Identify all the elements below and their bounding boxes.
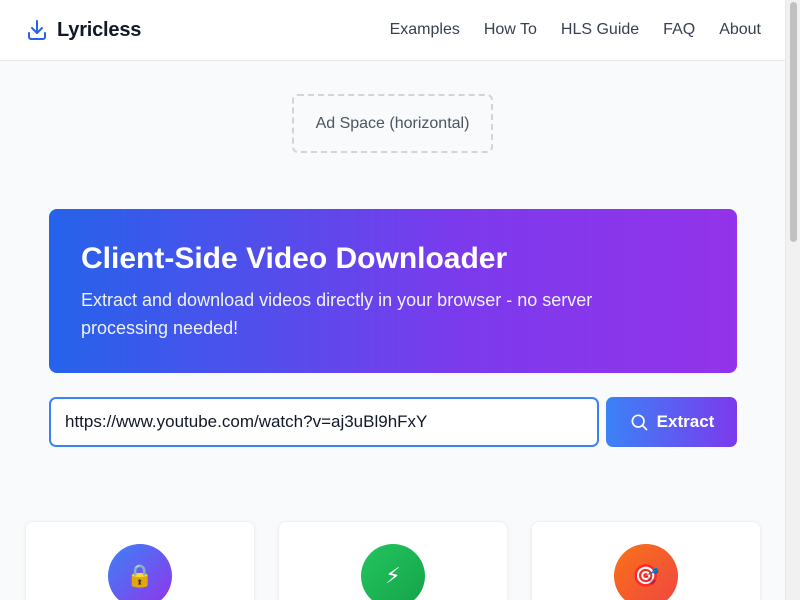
hero-banner: Client-Side Video Downloader Extract and… [49, 209, 737, 373]
nav-hls-guide[interactable]: HLS Guide [561, 19, 639, 41]
hero-title: Client-Side Video Downloader [81, 242, 508, 275]
hero-subtitle: Extract and download videos directly in … [81, 290, 593, 338]
extract-button[interactable]: Extract [606, 397, 737, 447]
main-nav: Examples How To HLS Guide FAQ About [390, 19, 761, 41]
download-icon [28, 20, 46, 40]
feature-card-speed: ⚡ [278, 521, 508, 600]
target-icon: 🎯 [614, 544, 678, 600]
scrollbar-thumb[interactable] [790, 2, 797, 242]
page-scrollbar[interactable] [785, 0, 800, 600]
brand-name: Lyricless [57, 18, 142, 41]
nav-faq[interactable]: FAQ [663, 19, 695, 41]
ad-placeholder: Ad Space (horizontal) [292, 94, 493, 153]
video-url-input[interactable] [49, 397, 599, 447]
site-header: Lyricless Examples How To HLS Guide FAQ … [0, 0, 785, 61]
extract-button-label: Extract [656, 412, 715, 431]
brand-logo[interactable]: Lyricless [25, 18, 141, 42]
search-icon [631, 414, 648, 431]
feature-card-accuracy: 🎯 [531, 521, 761, 600]
nav-examples[interactable]: Examples [390, 19, 460, 41]
nav-how-to[interactable]: How To [484, 19, 537, 41]
lightning-icon: ⚡ [361, 544, 425, 600]
lock-icon: 🔒 [108, 544, 172, 600]
feature-card-privacy: 🔒 [25, 521, 255, 600]
nav-about[interactable]: About [719, 19, 761, 41]
